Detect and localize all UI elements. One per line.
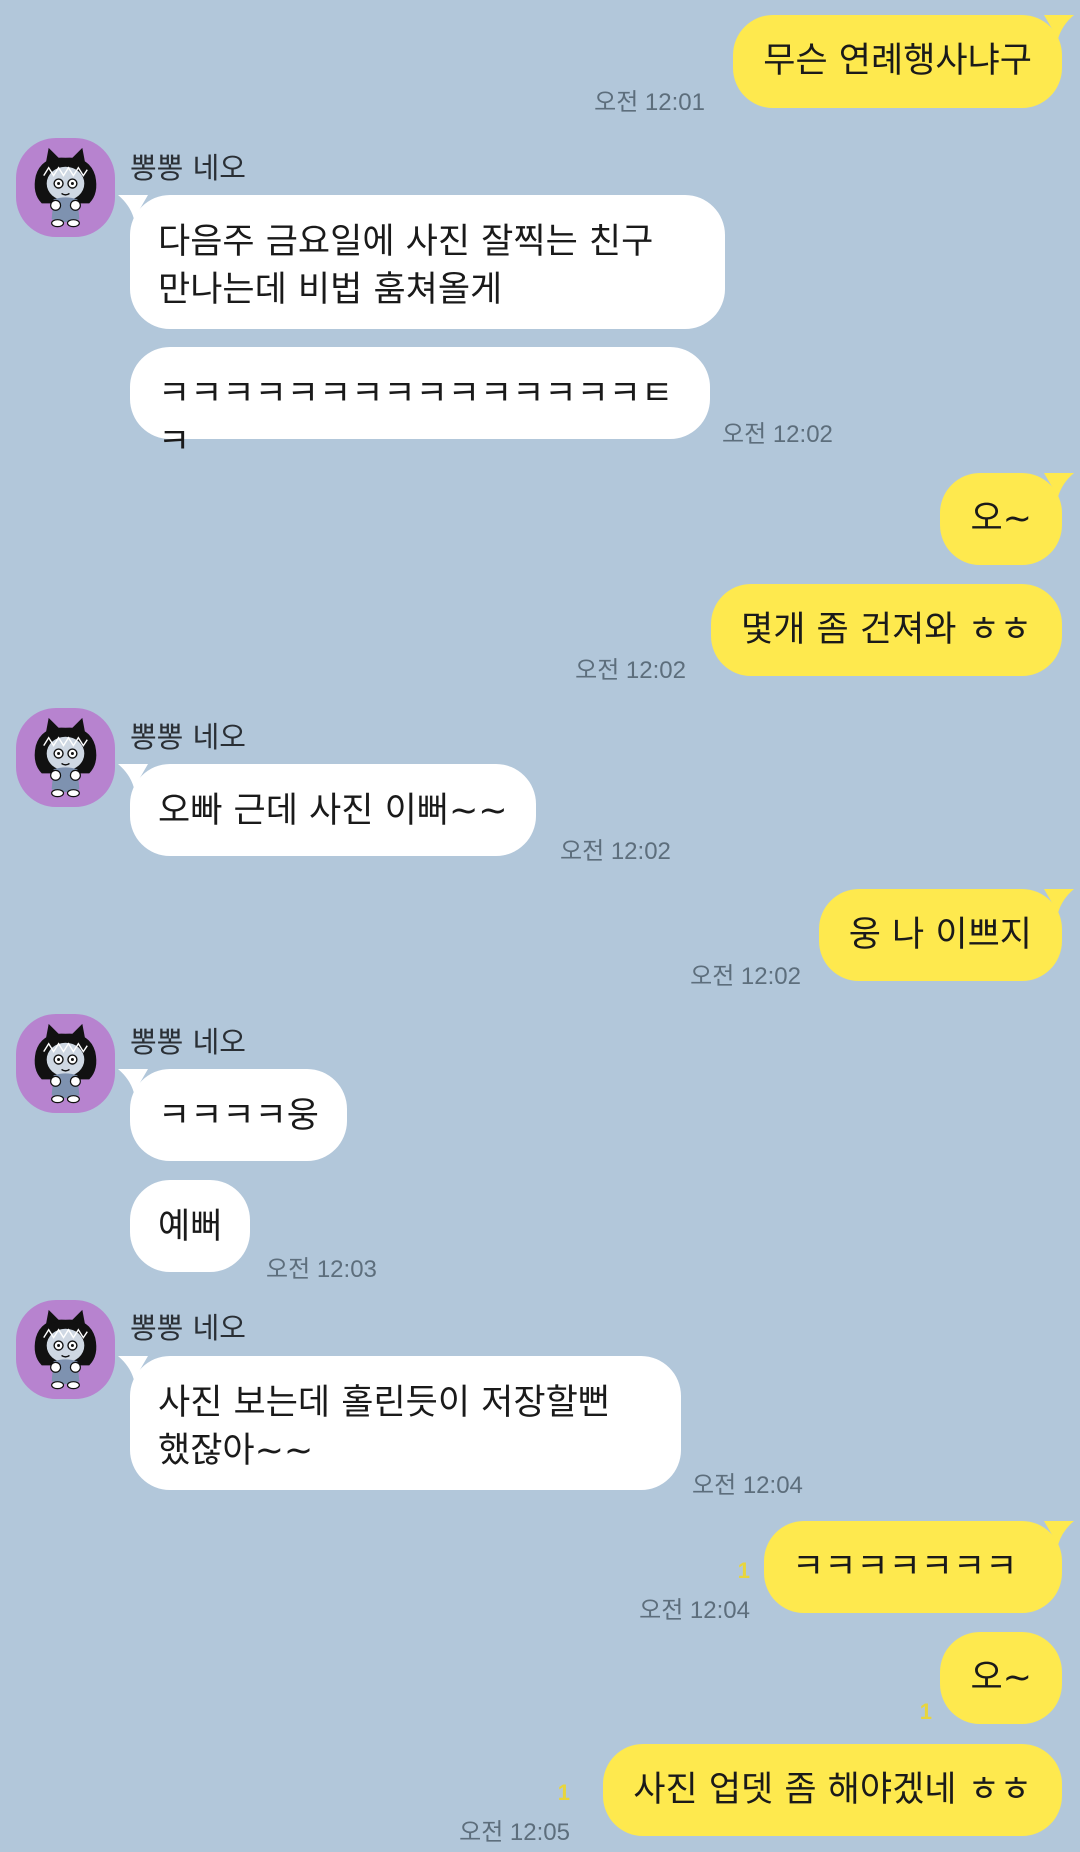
- sender-name: 뽕뽕 네오: [130, 1311, 246, 1345]
- sender-name: 뽕뽕 네오: [130, 151, 246, 185]
- message-bubble-incoming[interactable]: ㅋㅋㅋㅋㅋㅋㅋㅋㅋㅋㅋㅋㅋㅋㅋㅌㅋ: [130, 347, 710, 462]
- sender-name: 뽕뽕 네오: [130, 720, 246, 754]
- message-bubble-incoming[interactable]: 사진 보는데 홀린듯이 저장할뻔 했잖아~~: [130, 1356, 681, 1490]
- message-bubble-outgoing[interactable]: 웅 나 이쁘지: [818, 889, 1062, 981]
- message-timestamp: 오전 12:02: [560, 838, 671, 865]
- message-bubble-outgoing[interactable]: 무슨 연례행사냐구: [733, 15, 1062, 108]
- message-bubble-outgoing[interactable]: 오~: [940, 1632, 1062, 1724]
- message-timestamp: 오전 12:05: [459, 1819, 570, 1846]
- unread-count: 1: [737, 1558, 750, 1583]
- unread-count: 1: [919, 1699, 932, 1724]
- message-bubble-outgoing[interactable]: 사진 업뎃 좀 해야겠네 ㅎㅎ: [603, 1744, 1062, 1836]
- message-timestamp: 오전 12:02: [722, 421, 833, 448]
- avatar[interactable]: [16, 1300, 115, 1399]
- message-bubble-incoming[interactable]: 다음주 금요일에 사진 잘찍는 친구 만나는데 비법 훔쳐올게: [130, 195, 725, 329]
- message-timestamp: 오전 12:02: [690, 963, 801, 990]
- message-timestamp: 오전 12:01: [594, 89, 705, 116]
- message-bubble-outgoing[interactable]: 오~: [940, 473, 1062, 565]
- message-bubble-incoming[interactable]: 오빠 근데 사진 이뻐~~: [130, 764, 536, 856]
- message-timestamp: 오전 12:04: [639, 1597, 750, 1624]
- message-bubble-incoming[interactable]: ㅋㅋㅋㅋ웅: [130, 1069, 348, 1161]
- message-bubble-incoming[interactable]: 예뻐: [130, 1180, 251, 1272]
- sender-name: 뽕뽕 네오: [130, 1025, 246, 1059]
- message-bubble-outgoing[interactable]: 몇개 좀 건져와 ㅎㅎ: [711, 584, 1062, 676]
- message-timestamp: 오전 12:02: [575, 657, 686, 684]
- message-timestamp: 오전 12:03: [266, 1256, 377, 1283]
- unread-count: 1: [557, 1780, 570, 1805]
- avatar[interactable]: [16, 138, 115, 237]
- message-timestamp: 오전 12:04: [692, 1472, 803, 1499]
- avatar[interactable]: [16, 1014, 115, 1113]
- avatar[interactable]: [16, 708, 115, 807]
- message-bubble-outgoing[interactable]: ㅋㅋㅋㅋㅋㅋㅋ: [764, 1521, 1062, 1613]
- bubble-tail: [1044, 15, 1074, 39]
